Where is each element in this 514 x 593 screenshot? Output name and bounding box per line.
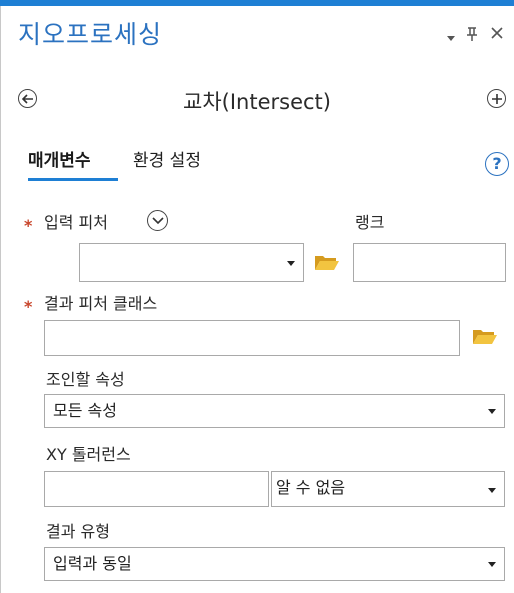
tool-title: 교차(Intersect) <box>183 90 331 114</box>
required-marker: * <box>24 297 33 316</box>
output-type-value: 입력과 동일 <box>53 554 132 573</box>
chevron-down-icon <box>488 562 496 567</box>
xy-tolerance-label: XY 톨러런스 <box>46 445 131 464</box>
input-features-dropdown[interactable] <box>79 243 304 282</box>
required-marker: * <box>24 216 33 235</box>
chevron-down-icon <box>287 261 295 266</box>
output-type-dropdown[interactable]: 입력과 동일 <box>44 547 505 581</box>
rank-input[interactable] <box>353 243 506 282</box>
xy-tolerance-input[interactable] <box>44 471 269 507</box>
close-icon[interactable] <box>490 26 504 43</box>
pane-title: 지오프로세싱 <box>18 20 163 49</box>
folder-browse-icon[interactable] <box>314 252 340 272</box>
pane-top-accent-bar <box>0 0 514 6</box>
output-type-label: 결과 유형 <box>46 522 110 541</box>
xy-tolerance-unit-dropdown[interactable]: 알 수 없음 <box>271 471 505 507</box>
input-features-label: 입력 피처 <box>44 213 108 232</box>
chevron-down-icon <box>488 488 496 493</box>
tab-environments[interactable]: 환경 설정 <box>133 150 201 172</box>
join-attributes-value: 모든 속성 <box>53 401 117 420</box>
rank-label: 랭크 <box>355 213 385 232</box>
join-attributes-label: 조인할 속성 <box>46 370 125 389</box>
pin-icon[interactable] <box>466 26 478 45</box>
help-icon[interactable]: ? <box>485 152 509 176</box>
dropdown-arrow-icon[interactable] <box>446 30 456 46</box>
output-feature-class-input[interactable] <box>44 320 460 356</box>
join-attributes-dropdown[interactable]: 모든 속성 <box>44 394 505 428</box>
folder-browse-icon[interactable] <box>472 326 498 346</box>
add-icon[interactable] <box>487 89 506 108</box>
expand-chevron-icon[interactable] <box>147 210 168 231</box>
xy-tolerance-unit-value: 알 수 없음 <box>276 478 346 497</box>
active-tab-indicator <box>28 178 118 181</box>
tab-parameters[interactable]: 매개변수 <box>28 150 91 172</box>
output-feature-class-label: 결과 피처 클래스 <box>44 294 158 313</box>
chevron-down-icon <box>488 409 496 414</box>
